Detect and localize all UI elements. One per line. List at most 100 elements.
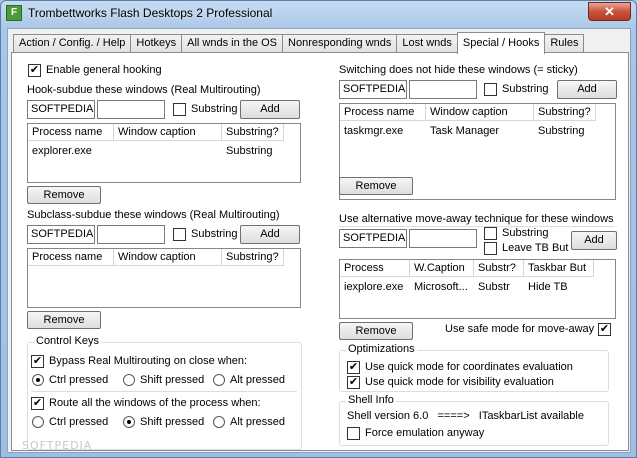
control-keys-divider bbox=[31, 391, 297, 392]
subclass-caption-input[interactable] bbox=[97, 225, 165, 244]
leave-tb-checkbox[interactable] bbox=[484, 242, 497, 255]
sticky-caption-input[interactable] bbox=[409, 80, 477, 99]
list-item[interactable]: taskmgr.exe Task Manager Substring bbox=[340, 123, 596, 139]
column-taskbar-but[interactable]: Taskbar But bbox=[524, 260, 594, 277]
quick-visibility-label: Use quick mode for visibility evaluation bbox=[365, 376, 554, 388]
hook-section-label: Hook-subdue these windows (Real Multirou… bbox=[27, 84, 261, 96]
sticky-remove-button[interactable]: Remove bbox=[339, 177, 413, 195]
hook-caption-input[interactable] bbox=[97, 100, 165, 119]
hook-list[interactable]: Process name Window caption Substring? e… bbox=[27, 123, 301, 183]
moveaway-substring-label: Substring bbox=[502, 227, 549, 239]
bypass-checkbox[interactable]: ✔ bbox=[31, 355, 44, 368]
route-alt-radio[interactable] bbox=[213, 416, 225, 428]
moveaway-list[interactable]: Process W.Caption Substr? Taskbar But ie… bbox=[339, 259, 616, 319]
bypass-ctrl-radio[interactable] bbox=[32, 374, 44, 386]
client-area: Action / Config. / Help Hotkeys All wnds… bbox=[7, 28, 631, 453]
cell-caption: Microsoft... bbox=[414, 281, 468, 293]
force-emulation-checkbox[interactable] bbox=[347, 427, 360, 440]
subclass-substring-label: Substring bbox=[191, 228, 238, 240]
cell-taskbar: Hide TB bbox=[528, 281, 568, 293]
column-process-name[interactable]: Process name bbox=[340, 104, 426, 121]
route-alt-label: Alt pressed bbox=[230, 416, 286, 428]
hook-add-button[interactable]: Add bbox=[240, 100, 300, 119]
tab-strip: Action / Config. / Help Hotkeys All wnds… bbox=[13, 32, 585, 54]
moveaway-process-input[interactable]: SOFTPEDIA bbox=[339, 229, 407, 248]
moveaway-caption-input[interactable] bbox=[409, 229, 477, 248]
hook-remove-button[interactable]: Remove bbox=[27, 186, 101, 204]
sticky-list-header: Process name Window caption Substring? bbox=[340, 104, 596, 121]
column-substr[interactable]: Substr? bbox=[474, 260, 524, 277]
bypass-alt-label: Alt pressed bbox=[230, 374, 286, 386]
hook-substring-label: Substring bbox=[191, 103, 238, 115]
tab-all-wnds[interactable]: All wnds in the OS bbox=[181, 34, 284, 53]
leave-tb-label: Leave TB But bbox=[502, 242, 569, 254]
tab-action-config-help[interactable]: Action / Config. / Help bbox=[13, 34, 132, 53]
column-substring[interactable]: Substring? bbox=[222, 124, 284, 141]
tab-nonresponding-wnds[interactable]: Nonresponding wnds bbox=[282, 34, 398, 53]
moveaway-substring-checkbox[interactable] bbox=[484, 227, 497, 240]
tab-special-hooks[interactable]: Special / Hooks bbox=[456, 32, 546, 54]
subclass-list-header: Process name Window caption Substring? bbox=[28, 249, 284, 266]
subclass-section-label: Subclass-subdue these windows (Real Mult… bbox=[27, 209, 280, 221]
shell-info-label: Shell Info bbox=[346, 394, 396, 406]
quick-coords-checkbox[interactable]: ✔ bbox=[347, 361, 360, 374]
column-window-caption[interactable]: Window caption bbox=[114, 249, 222, 266]
sticky-section-label: Switching does not hide these windows (=… bbox=[339, 64, 578, 76]
shell-info-group: Shell Info bbox=[339, 394, 609, 446]
cell-substr: Substr bbox=[478, 281, 510, 293]
quick-coords-label: Use quick mode for coordinates evaluatio… bbox=[365, 361, 573, 373]
route-ctrl-radio[interactable] bbox=[32, 416, 44, 428]
list-item[interactable]: iexplore.exe Microsoft... Substr Hide TB bbox=[340, 279, 594, 295]
hook-list-header: Process name Window caption Substring? bbox=[28, 124, 284, 141]
close-button[interactable]: ✕ bbox=[588, 2, 631, 21]
subclass-list[interactable]: Process name Window caption Substring? bbox=[27, 248, 301, 308]
column-window-caption[interactable]: Window caption bbox=[114, 124, 222, 141]
route-checkbox[interactable]: ✔ bbox=[31, 397, 44, 410]
subclass-remove-button[interactable]: Remove bbox=[27, 311, 101, 329]
cell-caption: Task Manager bbox=[430, 125, 500, 137]
hook-process-input[interactable]: SOFTPEDIA bbox=[27, 100, 95, 119]
sticky-process-input[interactable]: SOFTPEDIA bbox=[339, 80, 407, 99]
quick-visibility-checkbox[interactable]: ✔ bbox=[347, 376, 360, 389]
sticky-substring-checkbox[interactable] bbox=[484, 83, 497, 96]
route-shift-radio[interactable] bbox=[123, 416, 135, 428]
column-substring[interactable]: Substring? bbox=[222, 249, 284, 266]
enable-hooking-checkbox[interactable]: ✔ bbox=[28, 64, 41, 77]
cell-process: iexplore.exe bbox=[344, 281, 404, 293]
column-wcaption[interactable]: W.Caption bbox=[410, 260, 474, 277]
route-label: Route all the windows of the process whe… bbox=[49, 397, 261, 409]
optimizations-label: Optimizations bbox=[346, 343, 417, 355]
enable-hooking-label: Enable general hooking bbox=[46, 64, 162, 76]
list-item[interactable]: explorer.exe Substring bbox=[28, 143, 284, 159]
hook-substring-checkbox[interactable] bbox=[173, 103, 186, 116]
column-process[interactable]: Process bbox=[340, 260, 410, 277]
tab-hotkeys[interactable]: Hotkeys bbox=[130, 34, 183, 53]
column-window-caption[interactable]: Window caption bbox=[426, 104, 534, 121]
moveaway-add-button[interactable]: Add bbox=[571, 231, 617, 250]
subclass-process-input[interactable]: SOFTPEDIA bbox=[27, 225, 95, 244]
cell-substring: Substring bbox=[538, 125, 585, 137]
title-bar[interactable]: F Trombettworks Flash Desktops 2 Profess… bbox=[1, 1, 636, 27]
safe-mode-checkbox[interactable]: ✔ bbox=[598, 323, 611, 336]
sticky-add-button[interactable]: Add bbox=[557, 80, 617, 99]
bypass-shift-radio[interactable] bbox=[123, 374, 135, 386]
control-keys-label: Control Keys bbox=[34, 335, 101, 347]
moveaway-list-header: Process W.Caption Substr? Taskbar But bbox=[340, 260, 594, 277]
route-shift-label: Shift pressed bbox=[140, 416, 205, 428]
column-process-name[interactable]: Process name bbox=[28, 124, 114, 141]
column-process-name[interactable]: Process name bbox=[28, 249, 114, 266]
tab-lost-wnds[interactable]: Lost wnds bbox=[396, 34, 458, 53]
moveaway-remove-button[interactable]: Remove bbox=[339, 322, 413, 340]
column-substring[interactable]: Substring? bbox=[534, 104, 596, 121]
bypass-alt-radio[interactable] bbox=[213, 374, 225, 386]
bypass-label: Bypass Real Multirouting on close when: bbox=[49, 355, 248, 367]
window-title: Trombettworks Flash Desktops 2 Professio… bbox=[28, 6, 273, 20]
bypass-shift-label: Shift pressed bbox=[140, 374, 205, 386]
tab-rules[interactable]: Rules bbox=[544, 34, 585, 53]
route-ctrl-label: Ctrl pressed bbox=[49, 416, 109, 428]
safe-mode-label: Use safe mode for move-away bbox=[445, 323, 595, 335]
cell-substring: Substring bbox=[226, 145, 273, 157]
subclass-substring-checkbox[interactable] bbox=[173, 228, 186, 241]
cell-process: taskmgr.exe bbox=[344, 125, 404, 137]
subclass-add-button[interactable]: Add bbox=[240, 225, 300, 244]
